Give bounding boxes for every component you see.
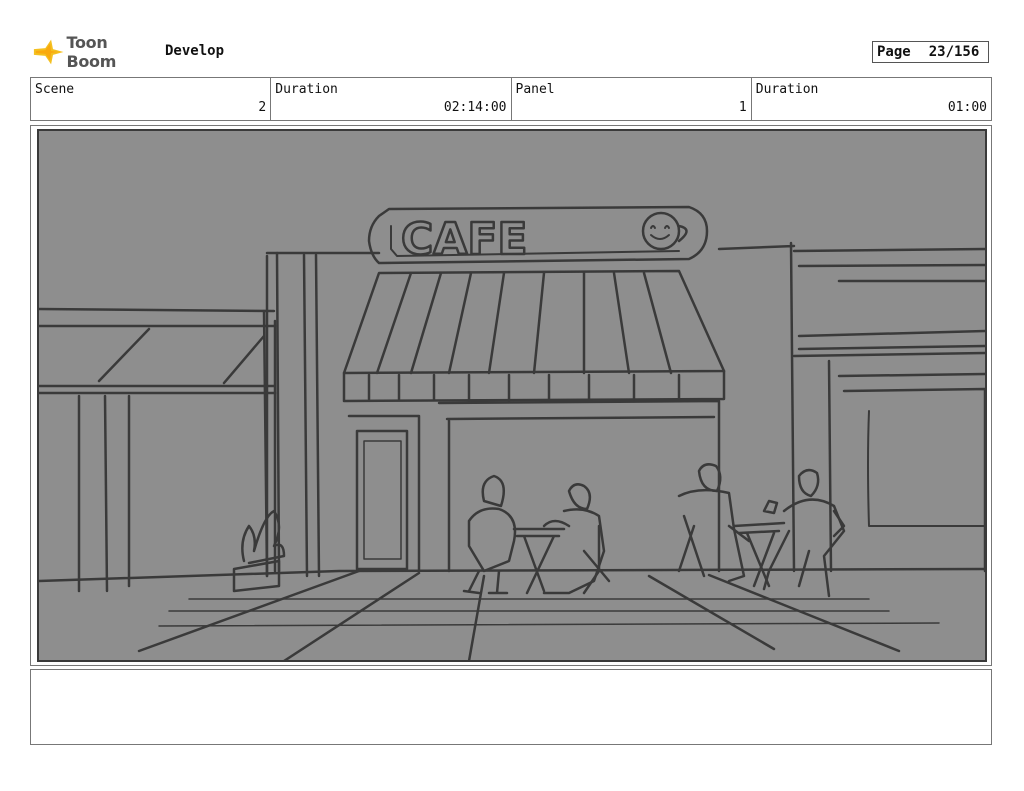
toon-boom-logo: Toon Boom	[32, 33, 158, 71]
project-title: Develop	[165, 43, 225, 59]
panel-duration-label: Duration	[755, 82, 819, 97]
panel-notes	[30, 669, 992, 745]
page-value: 23/156	[928, 44, 980, 60]
panel-duration-cell: Duration 01:00	[752, 78, 991, 120]
panel-cell: Panel 1	[512, 78, 752, 120]
scene-duration-value: 02:14:00	[443, 100, 507, 115]
page-label: Page	[877, 44, 911, 60]
page-indicator: Page 23/156	[872, 41, 989, 63]
scene-label: Scene	[35, 82, 75, 97]
scene-duration-label: Duration	[275, 82, 338, 97]
panel-value: 1	[738, 100, 747, 115]
storyboard-panel-image: CAFE	[37, 129, 987, 662]
scene-value: 2	[258, 100, 267, 115]
star-logo-icon	[33, 39, 64, 65]
panel-info-bar: Scene 2 Duration 02:14:00 Panel 1 Durati…	[30, 77, 992, 121]
panel-label: Panel	[515, 82, 555, 97]
cafe-sign-text: CAFE	[401, 214, 527, 265]
panel-duration-value: 01:00	[947, 100, 987, 115]
cafe-sketch: CAFE	[39, 205, 985, 660]
scene-duration-cell: Duration 02:14:00	[271, 78, 512, 120]
logo-text: Toon Boom	[66, 33, 117, 71]
scene-cell: Scene 2	[31, 78, 272, 120]
